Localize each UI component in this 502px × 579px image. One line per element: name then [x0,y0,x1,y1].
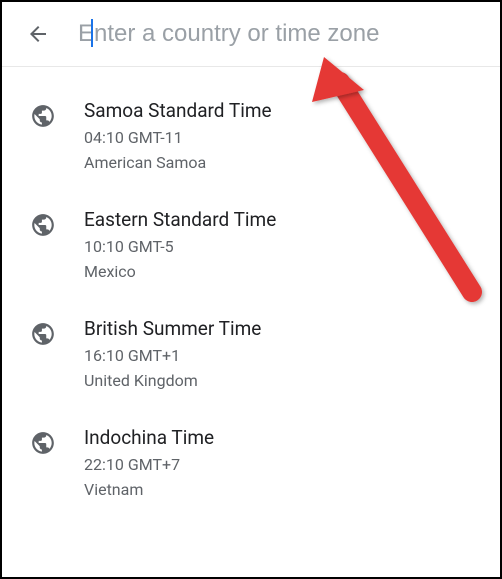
back-arrow-icon [26,22,50,46]
list-item[interactable]: British Summer Time 16:10 GMT+1 United K… [2,299,500,408]
timezone-content: British Summer Time 16:10 GMT+1 United K… [84,317,261,390]
list-item[interactable]: Indochina Time 22:10 GMT+7 Vietnam [2,408,500,517]
text-cursor [91,19,93,47]
globe-icon [30,212,56,242]
timezone-content: Eastern Standard Time 10:10 GMT-5 Mexico [84,208,276,281]
timezone-name: British Summer Time [84,317,261,340]
globe-icon [30,430,56,460]
timezone-time: 16:10 GMT+1 [84,346,261,365]
timezone-country: United Kingdom [84,371,261,390]
timezone-time: 04:10 GMT-11 [84,128,272,147]
search-header [2,2,500,67]
globe-icon [30,103,56,133]
timezone-name: Eastern Standard Time [84,208,276,231]
globe-icon [30,321,56,351]
timezone-name: Samoa Standard Time [84,99,272,122]
search-input[interactable] [78,20,480,48]
timezone-country: Vietnam [84,480,214,499]
back-button[interactable] [26,22,50,46]
timezone-country: American Samoa [84,153,272,172]
timezone-time: 22:10 GMT+7 [84,455,214,474]
timezone-content: Indochina Time 22:10 GMT+7 Vietnam [84,426,214,499]
timezone-list: Samoa Standard Time 04:10 GMT-11 America… [2,67,500,517]
list-item[interactable]: Eastern Standard Time 10:10 GMT-5 Mexico [2,190,500,299]
timezone-content: Samoa Standard Time 04:10 GMT-11 America… [84,99,272,172]
timezone-name: Indochina Time [84,426,214,449]
list-item[interactable]: Samoa Standard Time 04:10 GMT-11 America… [2,81,500,190]
timezone-country: Mexico [84,262,276,281]
timezone-time: 10:10 GMT-5 [84,237,276,256]
